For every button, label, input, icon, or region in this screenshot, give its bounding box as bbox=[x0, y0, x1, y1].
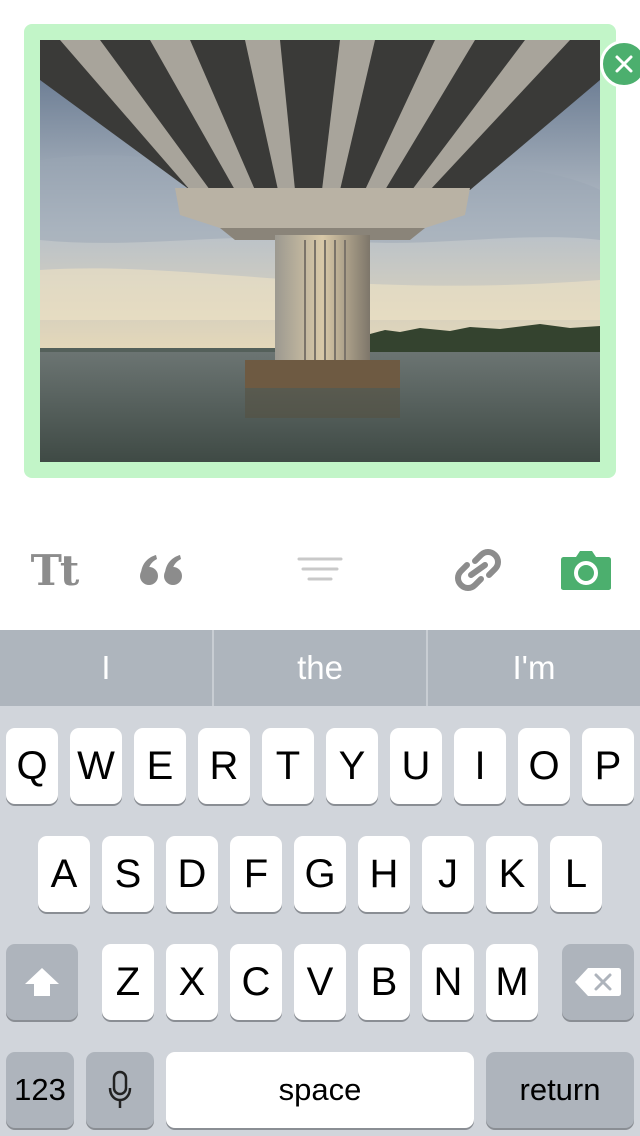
key-l[interactable]: L bbox=[550, 836, 602, 912]
predictive-text-bar: I the I'm bbox=[0, 630, 640, 706]
key-u[interactable]: U bbox=[390, 728, 442, 804]
camera-icon bbox=[561, 551, 611, 590]
key-t[interactable]: T bbox=[262, 728, 314, 804]
key-w[interactable]: W bbox=[70, 728, 122, 804]
shift-key[interactable] bbox=[6, 944, 78, 1020]
chat-lines-icon bbox=[297, 557, 343, 581]
link-icon bbox=[455, 549, 501, 591]
chat-post-button[interactable] bbox=[290, 542, 350, 598]
shift-arrow-icon bbox=[25, 968, 59, 996]
post-type-toolbar: Tt bbox=[0, 520, 640, 624]
key-h[interactable]: H bbox=[358, 836, 410, 912]
delete-key[interactable] bbox=[562, 944, 634, 1020]
key-f[interactable]: F bbox=[230, 836, 282, 912]
key-s[interactable]: S bbox=[102, 836, 154, 912]
key-a[interactable]: A bbox=[38, 836, 90, 912]
photo-button[interactable] bbox=[556, 542, 616, 598]
remove-photo-button[interactable] bbox=[600, 40, 640, 88]
backspace-icon bbox=[575, 968, 621, 996]
space-key[interactable]: space bbox=[166, 1052, 474, 1128]
attached-photo[interactable] bbox=[40, 40, 600, 462]
key-x[interactable]: X bbox=[166, 944, 218, 1020]
key-g[interactable]: G bbox=[294, 836, 346, 912]
key-m[interactable]: M bbox=[486, 944, 538, 1020]
key-n[interactable]: N bbox=[422, 944, 474, 1020]
key-q[interactable]: Q bbox=[6, 728, 58, 804]
key-y[interactable]: Y bbox=[326, 728, 378, 804]
key-k[interactable]: K bbox=[486, 836, 538, 912]
keyboard: Q W E R T Y U I O P A S D F G H J K L Z … bbox=[0, 706, 640, 1136]
text-format-button[interactable]: Tt bbox=[24, 542, 84, 598]
key-v[interactable]: V bbox=[294, 944, 346, 1020]
return-key[interactable]: return bbox=[486, 1052, 634, 1128]
key-e[interactable]: E bbox=[134, 728, 186, 804]
suggestion-2[interactable]: the bbox=[212, 630, 426, 706]
key-z[interactable]: Z bbox=[102, 944, 154, 1020]
key-o[interactable]: O bbox=[518, 728, 570, 804]
key-r[interactable]: R bbox=[198, 728, 250, 804]
photo-attachment-card bbox=[24, 24, 640, 478]
key-j[interactable]: J bbox=[422, 836, 474, 912]
key-i[interactable]: I bbox=[454, 728, 506, 804]
link-button[interactable] bbox=[448, 542, 508, 598]
dictation-key[interactable] bbox=[86, 1052, 154, 1128]
close-icon bbox=[615, 55, 633, 73]
key-d[interactable]: D bbox=[166, 836, 218, 912]
key-b[interactable]: B bbox=[358, 944, 410, 1020]
quote-icon bbox=[140, 555, 182, 585]
suggestion-1[interactable]: I bbox=[0, 630, 212, 706]
quote-button[interactable] bbox=[132, 542, 192, 598]
key-p[interactable]: P bbox=[582, 728, 634, 804]
key-c[interactable]: C bbox=[230, 944, 282, 1020]
suggestion-3[interactable]: I'm bbox=[426, 630, 640, 706]
numbers-key[interactable]: 123 bbox=[6, 1052, 74, 1128]
microphone-icon bbox=[108, 1070, 132, 1108]
